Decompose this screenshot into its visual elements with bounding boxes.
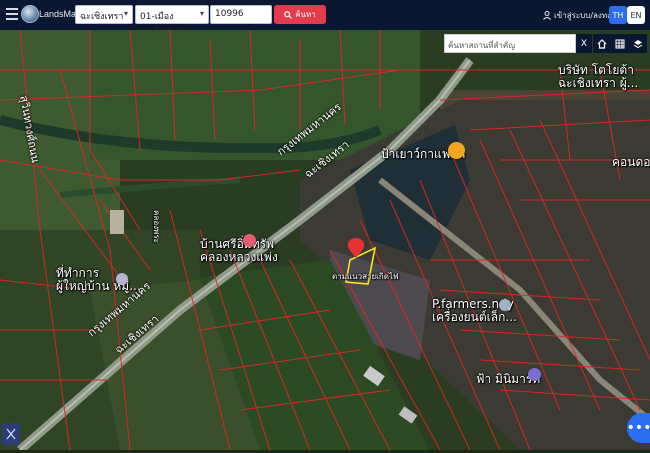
top-navigation-bar: LandsMaps ฉะเชิงเทรา ▾ 01-เมืองฉะเชิงเทร… [0, 0, 650, 36]
cafe-marker-icon[interactable] [448, 142, 465, 159]
mart-marker-icon[interactable] [528, 368, 541, 381]
landsmaps-logo [21, 5, 39, 23]
menu-icon[interactable] [6, 8, 18, 20]
home-icon [597, 38, 607, 49]
parcel-label: ตามแนวสายเกิดไฟ [332, 272, 399, 281]
district-select[interactable]: 01-เมืองฉะเชิงเทรา ▾ [135, 5, 209, 36]
search-button-label: ค้นหา [295, 10, 316, 19]
chevron-down-icon: ▾ [123, 9, 128, 18]
measure-tool-button[interactable] [2, 423, 20, 445]
grid-tool-button[interactable] [611, 34, 629, 53]
small-road-label: คลองพระ [151, 210, 161, 243]
chevron-down-icon: ▾ [199, 9, 204, 18]
close-search-button[interactable]: X [576, 34, 592, 53]
village-marker-icon[interactable] [243, 234, 256, 247]
layers-icon [633, 39, 643, 48]
lang-en-button[interactable]: EN [627, 6, 645, 24]
poi-condo[interactable]: คอนดอ... [612, 156, 650, 169]
map-canvas[interactable] [0, 29, 650, 453]
poi-toyota-company[interactable]: บริษัท โตโยต้า ฉะเชิงเทรา ผู้... [558, 64, 638, 90]
office-marker-icon[interactable] [116, 273, 128, 285]
parcel-number-input[interactable]: 10996 [210, 5, 272, 24]
user-icon [543, 11, 551, 20]
province-select-value: ฉะเชิงเทรา [80, 12, 124, 22]
more-options-button[interactable]: ••• [627, 413, 650, 443]
layers-tool-button[interactable] [629, 34, 647, 53]
poi-village[interactable]: บ้านศรีอิ่มทรัพ คลองหลวงแพ่ง [200, 238, 278, 264]
search-icon [284, 10, 293, 19]
ruler-icon [6, 428, 16, 440]
lang-th-button[interactable]: TH [609, 6, 627, 24]
shop-marker-icon[interactable] [499, 299, 511, 311]
landmark-search-input[interactable]: ค้นหาสถานที่สำคัญ [444, 34, 576, 53]
province-select[interactable]: ฉะเชิงเทรา ▾ [75, 5, 133, 24]
satellite-map[interactable]: บริษัท โตโยต้า ฉะเชิงเทรา ผู้... ป้าเยาว์… [0, 29, 650, 453]
search-button[interactable]: ค้นหา [274, 5, 326, 24]
more-dots-icon: ••• [626, 420, 650, 436]
grid-icon [615, 39, 625, 48]
home-tool-button[interactable] [593, 34, 611, 53]
